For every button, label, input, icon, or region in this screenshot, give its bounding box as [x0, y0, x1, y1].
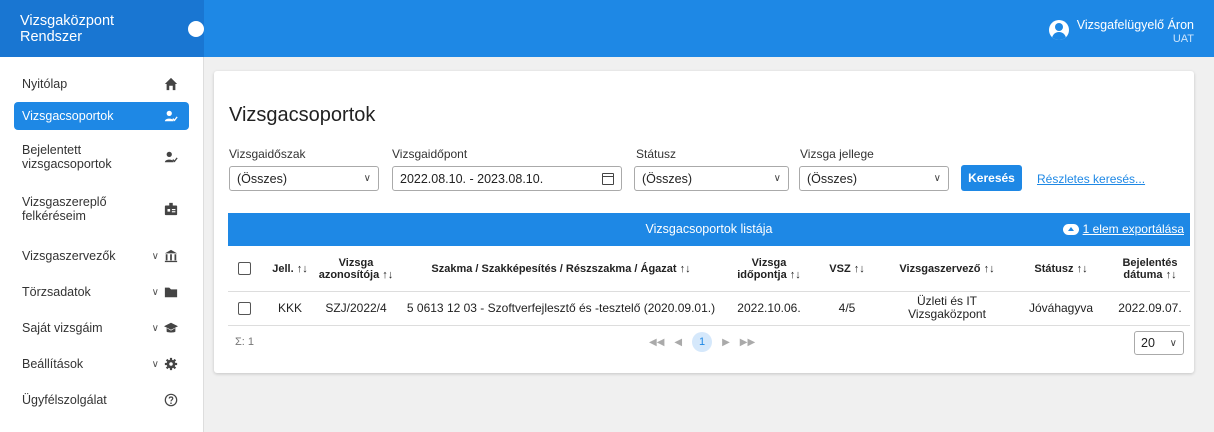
- column-header-exam-date[interactable]: Vizsga időpontja ↑↓: [726, 246, 812, 291]
- total-count: Σ: 1: [235, 336, 255, 348]
- chevron-down-icon: ∨: [151, 250, 159, 262]
- status-value: (Összes): [642, 171, 692, 186]
- calendar-icon[interactable]: [602, 172, 614, 185]
- sidebar-item-label: Vizsgaszervezők: [22, 249, 116, 263]
- sidebar-item-label: Vizsgacsoportok: [22, 109, 114, 123]
- user-name: Vizsgafelügyelő Áron: [1076, 18, 1194, 32]
- cell-exam-date: 2022.10.06.: [737, 300, 801, 315]
- type-value: (Összes): [807, 171, 857, 186]
- cell-type: KKK: [277, 300, 302, 315]
- prev-page-icon[interactable]: ◀: [674, 337, 682, 348]
- date-label: Vizsgaidőpont: [392, 147, 468, 161]
- select-all-cell: [232, 246, 256, 291]
- first-page-icon[interactable]: ◀◀: [649, 337, 664, 348]
- sidebar-item-organizers[interactable]: Vizsgaszervezők ∨: [14, 238, 189, 274]
- sidebar-item-exam-groups[interactable]: Vizsgacsoportok: [14, 102, 189, 130]
- select-all-checkbox[interactable]: [237, 262, 251, 275]
- sidebar-item-label: Ügyfélszolgálat: [22, 393, 107, 407]
- sidebar-item-announced-groups[interactable]: Bejelentett vizsgacsoportok: [14, 134, 189, 180]
- chevron-down-icon: ∨: [151, 286, 159, 298]
- next-page-icon[interactable]: ▶: [722, 337, 730, 348]
- cloud-upload-icon: [1062, 223, 1079, 235]
- status-label: Státusz: [636, 147, 677, 161]
- app-brand[interactable]: Vizsgaközpont Rendszer: [0, 0, 204, 57]
- sidebar-item-label: Törzsadatok: [22, 285, 91, 299]
- export-label: 1 elem exportálása: [1082, 222, 1184, 236]
- chevron-down-icon: ∨: [151, 322, 159, 334]
- graduation-cap-icon: [163, 320, 179, 336]
- sidebar-item-label: Saját vizsgáim: [22, 321, 103, 335]
- cell-announce-date: 2022.09.07.: [1118, 300, 1182, 315]
- app-title: Vizsgaközpont Rendszer: [20, 12, 115, 45]
- cell-vsz: 4/5: [838, 300, 856, 315]
- last-page-icon[interactable]: ▶▶: [740, 337, 755, 348]
- period-label: Vizsgaidőszak: [229, 147, 306, 161]
- column-header-vsz[interactable]: VSZ ↑↓: [812, 246, 882, 291]
- search-button[interactable]: Keresés: [961, 165, 1022, 191]
- page-size-select[interactable]: 20 ∨: [1134, 331, 1184, 355]
- table-title: Vizsgacsoportok listája: [645, 222, 773, 236]
- page-title: Vizsgacsoportok: [229, 104, 376, 126]
- chevron-down-icon: ∨: [933, 173, 941, 184]
- user-check-icon: [163, 149, 179, 165]
- status-select[interactable]: (Összes) ∨: [634, 166, 789, 191]
- row-checkbox[interactable]: [237, 301, 251, 315]
- sidebar-item-home[interactable]: Nyitólap: [14, 67, 189, 101]
- page-1-button[interactable]: 1: [692, 332, 713, 352]
- institution-icon: [163, 248, 179, 264]
- period-select[interactable]: (Összes) ∨: [229, 166, 379, 191]
- date-range-input[interactable]: 2022.08.10. - 2023.08.10.: [392, 166, 622, 191]
- type-select[interactable]: (Összes) ∨: [799, 166, 949, 191]
- environment-label: UAT: [1172, 33, 1194, 45]
- status-dot-icon: [188, 20, 204, 37]
- sidebar-item-label: Vizsgaszereplő felkéréseim: [22, 195, 107, 223]
- cell-organizer: Üzleti és IT Vizsgaközpont: [908, 294, 986, 321]
- sidebar-item-label: Nyitólap: [22, 77, 68, 91]
- row-divider: [228, 325, 1190, 326]
- chevron-down-icon: ∨: [151, 358, 159, 370]
- sidebar: Nyitólap Vizsgacsoportok Bejelentett viz…: [0, 57, 204, 432]
- help-icon: [163, 392, 179, 408]
- table-header-bar: Vizsgacsoportok listája 1 elem exportálá…: [228, 213, 1190, 246]
- sidebar-item-my-requests[interactable]: Vizsgaszereplő felkéréseim: [14, 186, 189, 232]
- row-select-cell: [232, 291, 256, 325]
- pagination: ◀◀ ◀ 1 ▶ ▶▶: [649, 332, 755, 352]
- type-label: Vizsga jellege: [800, 147, 874, 161]
- user-check-icon: [163, 108, 179, 124]
- column-header-status[interactable]: Státusz ↑↓: [1012, 246, 1110, 291]
- sidebar-item-my-exams[interactable]: Saját vizsgáim ∨: [14, 310, 189, 346]
- sidebar-item-master-data[interactable]: Törzsadatok ∨: [14, 274, 189, 310]
- page-size-value: 20: [1141, 336, 1155, 350]
- cell-profession: 5 0613 12 03 - Szoftverfejlesztő és -tes…: [406, 300, 716, 315]
- sidebar-item-label: Beállítások: [22, 357, 84, 371]
- folder-icon: [163, 284, 179, 300]
- column-header-profession[interactable]: Szakma / Szakképesítés / Részszakma / Ág…: [396, 246, 726, 291]
- top-bar: Vizsgaközpont Rendszer Vizsgafelügyelő Á…: [0, 0, 1214, 57]
- column-header-exam-id[interactable]: Vizsga azonosítója ↑↓: [316, 246, 396, 291]
- home-icon: [163, 76, 179, 92]
- badge-icon: [163, 201, 179, 217]
- user-menu[interactable]: Vizsgafelügyelő Áron UAT: [1048, 18, 1194, 45]
- column-header-type[interactable]: Jell. ↑↓: [264, 246, 316, 291]
- column-header-announce-date[interactable]: Bejelentés dátuma ↑↓: [1110, 246, 1190, 291]
- chevron-down-icon: ∨: [773, 173, 781, 184]
- period-value: (Összes): [237, 171, 287, 186]
- sidebar-item-support[interactable]: Ügyfélszolgálat: [14, 382, 189, 418]
- date-value: 2022.08.10. - 2023.08.10.: [400, 171, 544, 186]
- chevron-down-icon: ∨: [363, 173, 371, 184]
- chevron-down-icon: ∨: [1169, 337, 1177, 349]
- main-card: Vizsgacsoportok Vizsgaidőszak (Összes) ∨…: [214, 71, 1194, 373]
- cell-status: Jóváhagyva: [1028, 300, 1094, 315]
- sidebar-item-settings[interactable]: Beállítások ∨: [14, 346, 189, 382]
- sidebar-item-label: Bejelentett vizsgacsoportok: [22, 143, 112, 171]
- user-avatar-icon: [1048, 20, 1069, 40]
- advanced-search-link[interactable]: Részletes keresés...: [1037, 172, 1145, 186]
- column-header-organizer[interactable]: Vizsgaszervező ↑↓: [882, 246, 1012, 291]
- gear-icon: [163, 356, 179, 372]
- cell-exam-id: SZJ/2022/4: [325, 300, 387, 315]
- export-link[interactable]: 1 elem exportálása: [1062, 222, 1184, 236]
